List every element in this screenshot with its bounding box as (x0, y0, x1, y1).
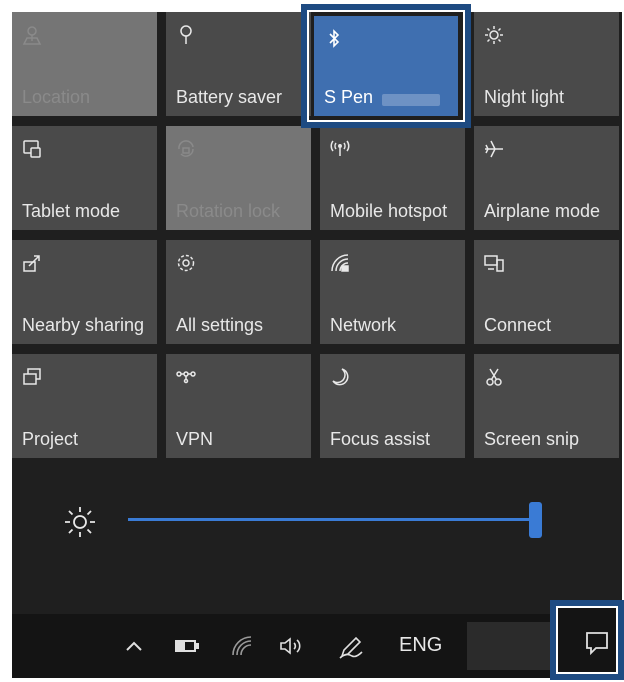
tile-label: Project (22, 429, 79, 449)
tile-label: Battery saver (176, 87, 283, 107)
nearby-sharing-icon (21, 252, 43, 274)
tile-vpn[interactable]: VPN (166, 354, 311, 458)
rotation-lock-icon (175, 138, 197, 160)
tile-all-settings[interactable]: All settings (166, 240, 311, 344)
location-icon (21, 24, 43, 46)
tile-label: Location (22, 87, 91, 107)
tile-night-light[interactable]: Night light (474, 12, 619, 116)
tile-location[interactable]: Location (12, 12, 157, 116)
brightness-slider-track[interactable] (128, 518, 534, 521)
battery-icon[interactable] (174, 634, 200, 658)
tile-label: Mobile hotspot (330, 201, 448, 221)
tablet-mode-icon (21, 138, 43, 160)
brightness-section (12, 464, 622, 614)
tile-label: Night light (484, 87, 565, 107)
s-pen-highlight-frame (301, 4, 471, 128)
tile-label: Screen snip (484, 429, 580, 449)
pen-icon[interactable] (338, 634, 364, 659)
tile-label: Tablet mode (22, 201, 121, 221)
tile-tablet-mode[interactable]: Tablet mode (12, 126, 157, 230)
tile-focus-assist[interactable]: Focus assist (320, 354, 465, 458)
tile-project[interactable]: Project (12, 354, 157, 458)
brightness-slider-thumb[interactable] (529, 502, 542, 538)
settings-gear-icon (175, 252, 197, 274)
tile-mobile-hotspot[interactable]: Mobile hotspot (320, 126, 465, 230)
project-icon (21, 366, 43, 388)
volume-icon[interactable] (278, 634, 306, 658)
tile-airplane-mode[interactable]: Airplane mode (474, 126, 619, 230)
taskbar: ENG (12, 614, 622, 678)
wifi-icon[interactable] (230, 634, 254, 658)
screen-snip-icon (483, 366, 505, 388)
airplane-icon (483, 138, 505, 160)
night-light-icon (483, 24, 505, 46)
brightness-sun-icon (62, 504, 98, 540)
redacted-clock (467, 622, 552, 670)
tile-label: Airplane mode (484, 201, 601, 221)
tile-nearby-sharing[interactable]: Nearby sharing (12, 240, 157, 344)
connect-icon (483, 252, 505, 274)
moon-icon (329, 366, 351, 388)
network-icon (329, 252, 351, 274)
tile-rotation-lock[interactable]: Rotation lock (166, 126, 311, 230)
tile-label: Rotation lock (176, 201, 281, 221)
input-language-indicator[interactable]: ENG (399, 634, 442, 657)
notification-icon[interactable] (584, 630, 610, 656)
vpn-icon (175, 366, 197, 388)
tile-label: Network (330, 315, 397, 335)
tile-network[interactable]: Network (320, 240, 465, 344)
tile-label: Focus assist (330, 429, 431, 449)
tile-label: All settings (176, 315, 264, 335)
tile-label: Nearby sharing (22, 315, 145, 335)
tile-label: VPN (176, 429, 214, 449)
battery-saver-icon (175, 24, 197, 46)
tile-battery-saver[interactable]: Battery saver (166, 12, 311, 116)
tile-screen-snip[interactable]: Screen snip (474, 354, 619, 458)
chevron-up-icon[interactable] (122, 634, 146, 658)
mobile-hotspot-icon (329, 138, 351, 160)
tile-connect[interactable]: Connect (474, 240, 619, 344)
tile-label: Connect (484, 315, 552, 335)
